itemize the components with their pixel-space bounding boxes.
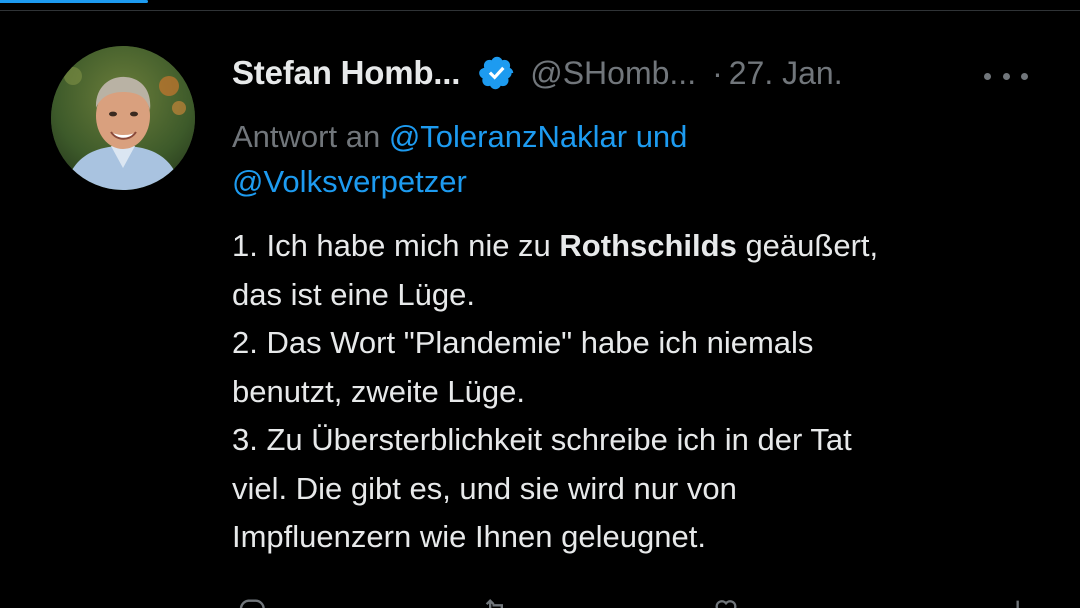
tweet-line: 2. Das Wort "Plandemie" habe ich niemals: [232, 325, 814, 360]
more-dot: [1021, 72, 1028, 80]
mention-link[interactable]: @Volksverpetzer: [232, 164, 467, 199]
reply-context: Antwort an @ToleranzNaklar und @Volksver…: [232, 114, 1032, 204]
reply-icon[interactable]: [238, 596, 266, 608]
active-tab-indicator: [0, 0, 148, 3]
tweet-line: Impfluenzern wie Ihnen geleugnet.: [232, 519, 706, 554]
reply-prefix: Antwort an: [232, 119, 381, 154]
mention-link[interactable]: @ToleranzNaklar: [389, 119, 627, 154]
avatar-photo: [51, 46, 195, 190]
tweet-text-bold: Rothschilds: [559, 228, 737, 263]
more-options-icon[interactable]: [984, 64, 1028, 88]
author-handle[interactable]: @SHomb...: [530, 55, 696, 92]
retweet-icon[interactable]: [482, 596, 510, 608]
tweet-text-segment: geäußert,: [736, 228, 879, 263]
tweet-line: 3. Zu Übersterblichkeit schreibe ich in …: [232, 422, 852, 457]
reply-joiner: und: [635, 119, 688, 154]
tweet-line: benutzt, zweite Lüge.: [232, 373, 525, 409]
tweet-text: 1. Ich habe mich nie zu Rothschilds geäu…: [232, 222, 1052, 562]
tweet-timestamp[interactable]: 27. Jan.: [729, 55, 843, 92]
tweet-text-segment: 1. Ich habe mich nie zu: [232, 228, 560, 263]
more-dot: [984, 72, 991, 80]
like-icon[interactable]: [712, 596, 740, 608]
tweet-actions: [232, 596, 1032, 608]
author-display-name[interactable]: Stefan Homb...: [232, 54, 460, 92]
avatar[interactable]: [51, 46, 195, 190]
top-divider: [0, 10, 1080, 11]
more-dot: [1002, 72, 1010, 80]
verified-badge-icon: [478, 54, 516, 92]
tweet-header: Stefan Homb... @SHomb... · 27. Jan.: [232, 52, 843, 94]
tweet-line: viel. Die gibt es, und sie wird nur von: [232, 470, 737, 506]
tweet-line: 1. Ich habe mich nie zu Rothschilds geäu…: [232, 222, 1052, 271]
views-icon[interactable]: [1006, 596, 1034, 608]
tweet-line: das ist eine Lüge.: [232, 276, 476, 312]
separator-dot: ·: [712, 54, 723, 91]
